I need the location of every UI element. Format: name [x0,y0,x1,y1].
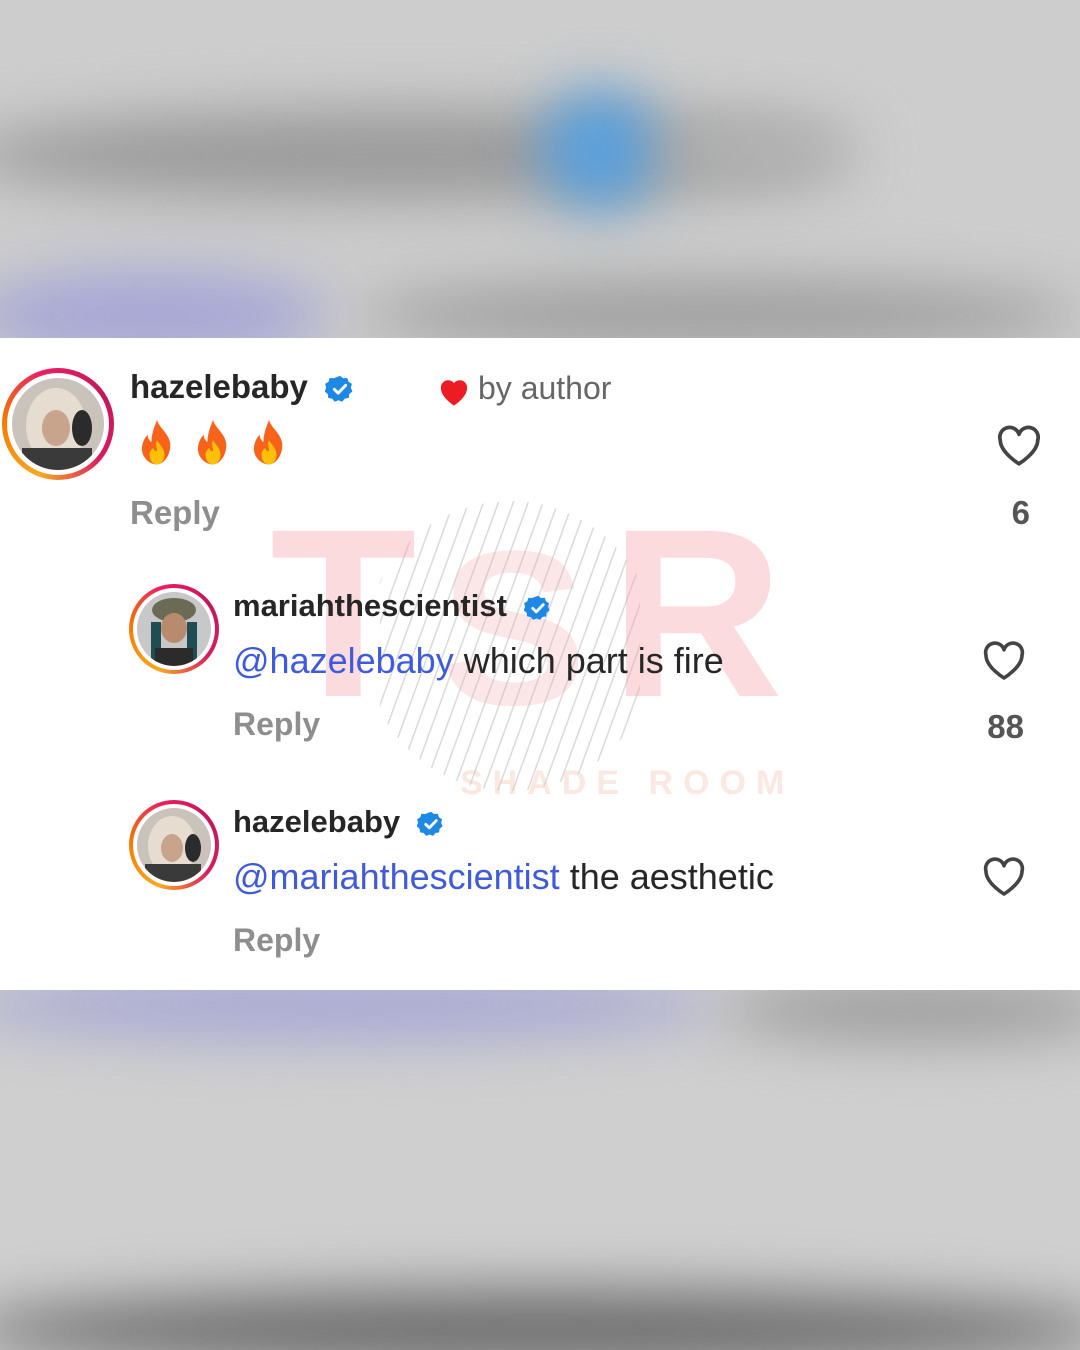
comment-text-fire [134,418,302,470]
like-count: 88 [987,708,1024,745]
username-text[interactable]: hazelebaby [233,804,400,839]
heart-outline-icon[interactable] [980,854,1028,898]
blurred-background-bottom [0,990,1080,1350]
verified-badge-icon [325,376,353,403]
comment-text: @mariahthescientist the aesthetic [233,856,774,898]
blurred-background-top [0,0,1080,338]
reply-button[interactable]: Reply [233,706,320,743]
comments-panel: T S R SHADE ROOM hazelebaby by author Re… [0,338,1080,990]
like-count: 6 [1011,494,1030,531]
heart-filled-icon [440,379,468,406]
fire-emoji-icon [141,419,171,465]
avatar-story-ring[interactable] [129,800,219,890]
avatar-story-ring[interactable] [2,368,114,480]
comment-username[interactable]: hazelebaby [233,804,445,840]
comment-username[interactable]: mariahthescientist [233,588,552,624]
reply-button[interactable]: Reply [130,494,220,532]
mention-link[interactable]: @mariahthescientist [233,856,560,897]
username-text[interactable]: hazelebaby [130,368,308,405]
comment-text: @hazelebaby which part is fire [233,640,724,682]
by-author-label: by author [478,370,612,406]
avatar-hazelebaby [12,378,104,470]
verified-badge-icon [523,595,550,620]
username-text[interactable]: mariahthescientist [233,588,507,623]
comment-username[interactable]: hazelebaby [130,368,355,406]
liked-by-author-badge: by author [436,370,611,407]
comment-body: the aesthetic [569,856,774,897]
comment-1: hazelebaby by author Reply 6 [0,338,1080,548]
heart-outline-icon[interactable] [994,422,1044,468]
fire-emoji-icon [253,419,283,465]
mention-link[interactable]: @hazelebaby [233,640,454,681]
verified-badge-icon [416,811,443,836]
reply-button[interactable]: Reply [233,922,320,959]
avatar-mariahthescientist [137,592,211,666]
heart-outline-icon[interactable] [980,638,1028,682]
comment-3: hazelebaby @mariahthescientist the aesth… [0,794,1080,984]
comment-2: mariahthescientist @hazelebaby which par… [0,578,1080,778]
avatar-hazelebaby [137,808,211,882]
avatar-story-ring[interactable] [129,584,219,674]
fire-emoji-icon [197,419,227,465]
comment-body: which part is fire [463,640,724,681]
